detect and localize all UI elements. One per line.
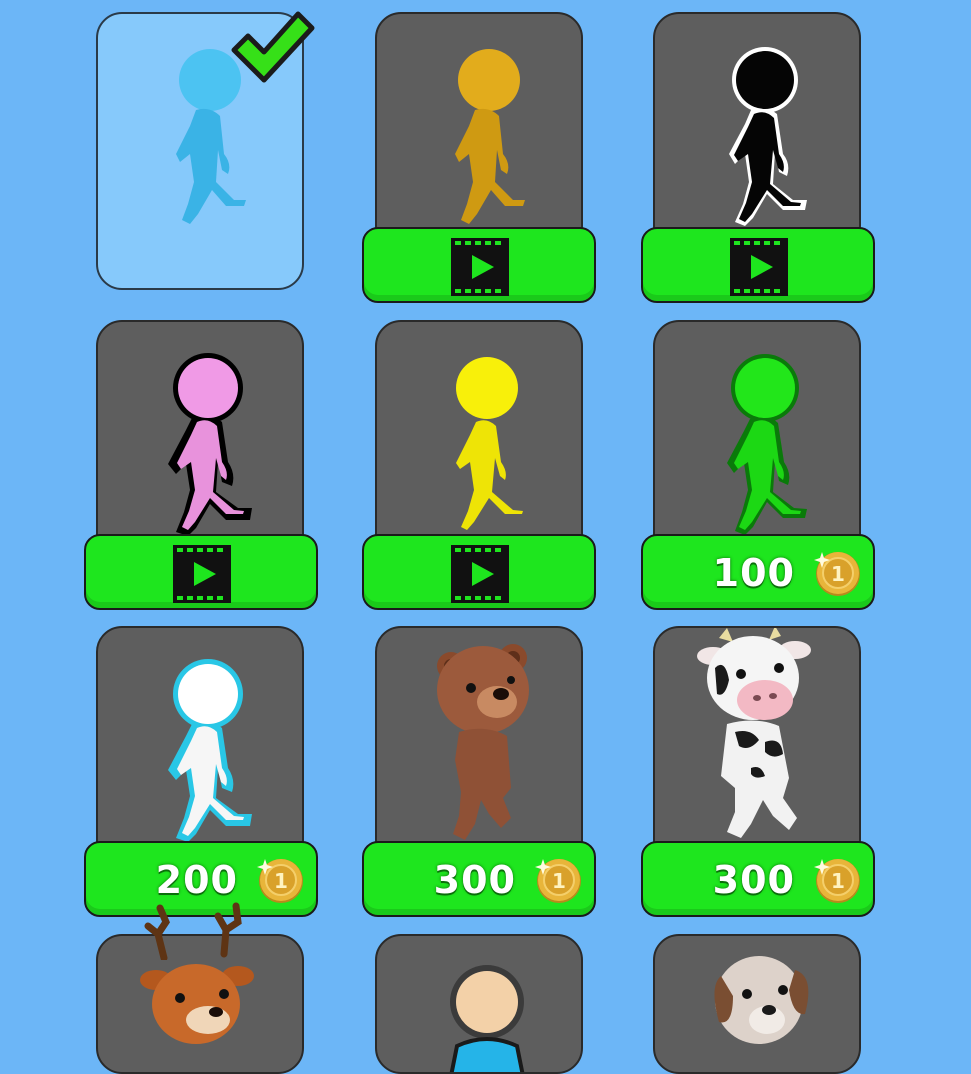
- human-character: [449, 965, 525, 1072]
- coin-label: 1: [831, 562, 845, 586]
- coin-icon: 1: [814, 552, 860, 596]
- selected-checkmark-icon: [231, 11, 315, 83]
- skin-card-white[interactable]: [96, 626, 304, 866]
- skin-card-dog[interactable]: [653, 934, 861, 1074]
- watch-video-button-yellow[interactable]: [362, 534, 596, 610]
- buy-button-green[interactable]: 100 1: [641, 534, 875, 610]
- video-ad-icon: [451, 545, 509, 603]
- stickman-gold: [455, 49, 525, 224]
- coin-label: 1: [274, 869, 288, 893]
- stickman-black: [729, 47, 807, 226]
- buy-button-bear[interactable]: 300 1: [362, 841, 596, 917]
- deer-antlers: [144, 902, 242, 960]
- coin-label: 1: [552, 869, 566, 893]
- skin-card-pink[interactable]: [96, 320, 304, 560]
- skin-card-yellow[interactable]: [375, 320, 583, 560]
- bear-character: [437, 644, 529, 840]
- skin-card-black[interactable]: [653, 12, 861, 252]
- skin-card-gold[interactable]: [375, 12, 583, 252]
- coin-icon: 1: [814, 859, 860, 903]
- price-label: 100: [712, 551, 795, 595]
- skin-grid: 100 1 200 1 300 1 300 1: [0, 0, 971, 1074]
- price-label: 300: [433, 858, 516, 902]
- coin-icon: 1: [535, 859, 581, 903]
- cow-character: [697, 628, 811, 838]
- video-ad-icon: [451, 238, 509, 296]
- watch-video-button-black[interactable]: [641, 227, 875, 303]
- skin-card-green[interactable]: [653, 320, 861, 560]
- skin-card-human[interactable]: [375, 934, 583, 1074]
- buy-button-cow[interactable]: 300 1: [641, 841, 875, 917]
- coin-icon: 1: [257, 859, 303, 903]
- skin-card-cow[interactable]: [653, 626, 861, 866]
- price-label: 300: [712, 858, 795, 902]
- watch-video-button-gold[interactable]: [362, 227, 596, 303]
- watch-video-button-pink[interactable]: [84, 534, 318, 610]
- stickman-pink: [168, 353, 252, 536]
- coin-label: 1: [831, 869, 845, 893]
- skin-card-bear[interactable]: [375, 626, 583, 866]
- video-ad-icon: [173, 545, 231, 603]
- video-ad-icon: [730, 238, 788, 296]
- dog-character: [714, 956, 809, 1044]
- stickman-yellow: [456, 357, 523, 530]
- stickman-white: [168, 659, 252, 842]
- stickman-green: [727, 354, 807, 535]
